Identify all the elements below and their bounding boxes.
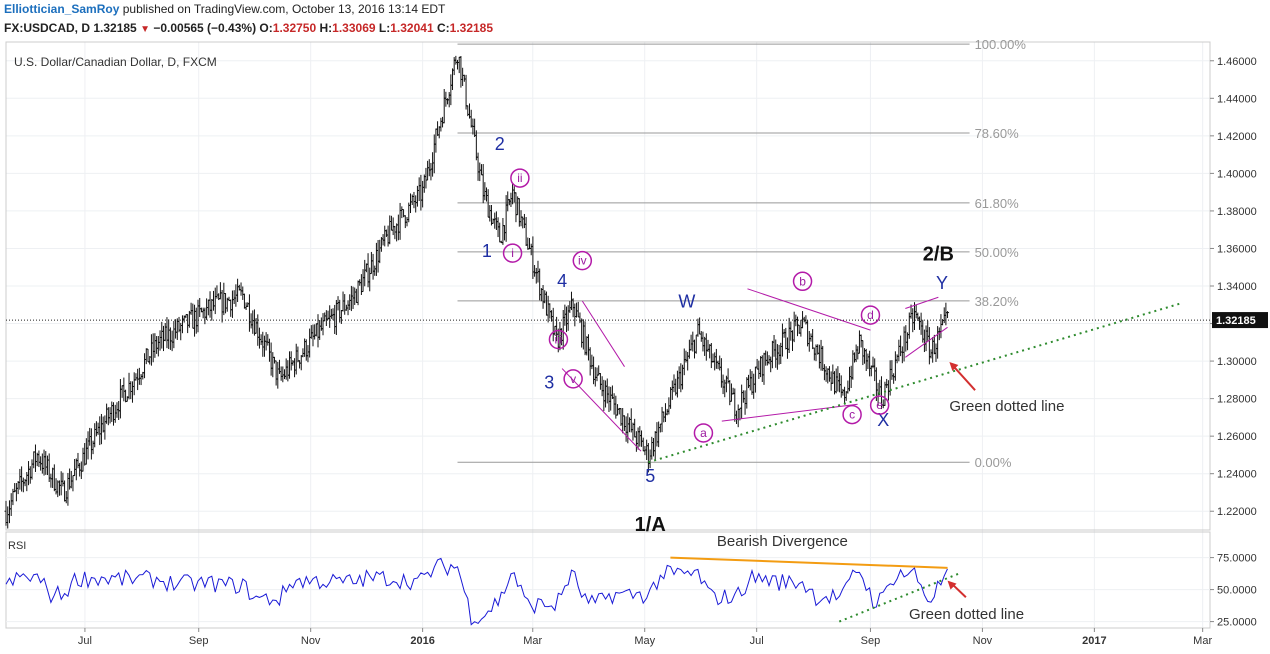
rsi-green-line-note: Green dotted line	[909, 606, 1024, 623]
time-tick-label: Nov	[973, 635, 993, 647]
wave-label-w: W	[678, 292, 695, 312]
price-tick-label: 1.28000	[1217, 394, 1257, 406]
wave-label-c: c	[849, 408, 855, 422]
rsi-pane-border	[5, 531, 1211, 629]
grid	[6, 42, 1210, 628]
rsi-title: RSI	[8, 540, 26, 552]
time-tick-label: Mar	[523, 635, 542, 647]
green-line-note: Green dotted line	[949, 398, 1064, 415]
wave-label-y: Y	[936, 273, 948, 293]
wave-label-w3: 3	[544, 372, 554, 392]
wave-label-v: v	[570, 372, 576, 386]
wave-label-i: i	[511, 246, 514, 260]
price-tick-label: 1.40000	[1217, 168, 1257, 180]
time-tick-label: Nov	[301, 635, 321, 647]
price-tick-label: 1.26000	[1217, 431, 1257, 443]
wave-label-w2: 2	[495, 134, 505, 154]
wave-label-a: a	[700, 426, 707, 440]
time-tick-label: Jul	[750, 635, 764, 647]
wave-label-iii: iii	[554, 332, 562, 346]
candles	[4, 55, 950, 529]
time-tick-label: 2016	[410, 635, 434, 647]
price-tick-label: 1.42000	[1217, 131, 1257, 143]
price-tick-label: 1.46000	[1217, 56, 1257, 68]
wave-label-b: b	[799, 274, 806, 288]
chart-title: U.S. Dollar/Canadian Dollar, D, FXCM	[14, 55, 217, 69]
fib-label: 38.20%	[975, 294, 1020, 309]
price-chart[interactable]: U.S. Dollar/Canadian Dollar, D, FXCM 100…	[0, 0, 1270, 654]
fib-label: 100.00%	[975, 37, 1027, 52]
wave-labels: 12345WXY1/A2/Biiiiiiivvabcde	[482, 134, 954, 536]
price-tick-label: 1.30000	[1217, 356, 1257, 368]
rsi-tick-label: 75.0000	[1217, 553, 1257, 565]
price-tick-label: 1.38000	[1217, 206, 1257, 218]
fib-label: 50.00%	[975, 245, 1020, 260]
time-tick-label: Mar	[1193, 635, 1212, 647]
ending-upper-line	[905, 296, 939, 309]
divergence-label: Bearish Divergence	[717, 533, 848, 550]
price-tick-label: 1.44000	[1217, 93, 1257, 105]
triangle-lower-line	[721, 403, 858, 422]
price-axis[interactable]: 1.46000 1.44000 1.42000 1.40000 1.38000 1.360…	[6, 56, 1268, 518]
red-arrow-line	[952, 365, 976, 391]
time-tick-label: 2017	[1082, 635, 1106, 647]
wave-label-iv: iv	[578, 254, 587, 268]
rsi-tick-label: 50.0000	[1217, 585, 1257, 597]
rsi-line	[5, 557, 948, 626]
fib-label: 0.00%	[975, 455, 1012, 470]
wave-label-w1: 1	[482, 241, 492, 261]
last-price-label: 1.32185	[1216, 315, 1256, 327]
rsi-panel: Bearish Divergence Green dotted line	[5, 533, 1210, 626]
wave-label-w4: 4	[557, 271, 567, 291]
wave-label-e: e	[876, 398, 883, 412]
time-tick-label: Sep	[861, 635, 881, 647]
time-tick-label: May	[634, 635, 655, 647]
fib-label: 61.80%	[975, 196, 1020, 211]
time-axis[interactable]: Jul Sep Nov 2016 Mar May Jul Sep Nov 2017 Mar	[78, 628, 1213, 647]
wave-label-1a: 1/A	[635, 514, 666, 536]
time-tick-label: Sep	[189, 635, 209, 647]
chart-frame	[5, 41, 1211, 629]
wave-label-w5: 5	[645, 466, 655, 486]
price-tick-label: 1.36000	[1217, 243, 1257, 255]
price-tick-label: 1.24000	[1217, 469, 1257, 481]
rsi-tick-label: 25.0000	[1217, 617, 1257, 629]
orange-divergence-line	[670, 556, 948, 569]
wave-label-2b: 2/B	[923, 244, 954, 266]
fib-label: 78.60%	[975, 126, 1020, 141]
price-tick-label: 1.34000	[1217, 281, 1257, 293]
time-tick-label: Jul	[78, 635, 92, 647]
wave-label-ii: ii	[517, 171, 522, 185]
price-tick-label: 1.22000	[1217, 506, 1257, 518]
rsi-axis: 75.0000 50.0000 25.0000	[1210, 553, 1257, 629]
